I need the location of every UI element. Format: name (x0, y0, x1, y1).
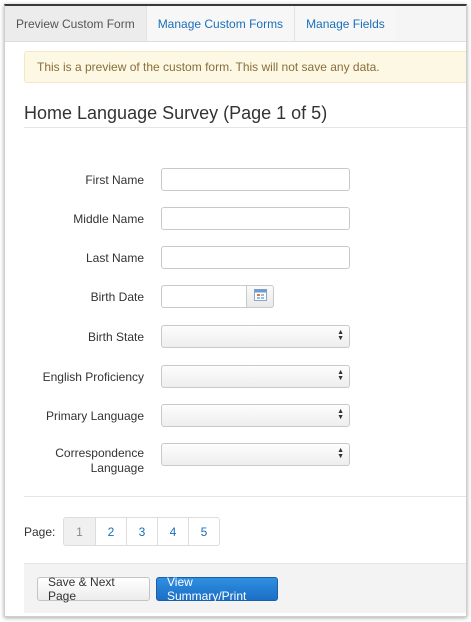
title-divider (24, 127, 466, 128)
select-arrows-icon: ▲ ▼ (337, 369, 344, 382)
alert-text: This is a preview of the custom form. Th… (37, 60, 380, 74)
english-proficiency-label: English Proficiency (42, 370, 144, 384)
page-5-link[interactable]: 5 (188, 518, 219, 545)
first-name-label: First Name (85, 173, 144, 187)
form-actions: Save & Next Page View Summary/Print (24, 563, 466, 613)
save-next-page-button[interactable]: Save & Next Page (37, 575, 150, 603)
first-name-field[interactable] (161, 168, 350, 191)
birth-date-field[interactable] (161, 285, 247, 308)
middle-name-field[interactable] (161, 207, 350, 230)
last-name-label: Last Name (85, 251, 144, 265)
tab-label: Manage Fields (306, 16, 385, 31)
primary-language-label: Primary Language (45, 409, 144, 423)
tab-label: Preview Custom Form (16, 16, 135, 31)
label-line-2: Language (90, 461, 144, 475)
form-divider (24, 496, 466, 497)
pagination-label: Page: (24, 525, 56, 539)
middle-name-label: Middle Name (73, 212, 144, 226)
correspondence-language-label: Correspondence Language (55, 446, 144, 476)
view-summary-print-button[interactable]: View Summary/Print (156, 575, 278, 603)
page-4-link[interactable]: 4 (157, 518, 188, 545)
page-2-link[interactable]: 2 (95, 518, 126, 545)
birth-state-label: Birth State (87, 330, 144, 344)
tab-preview-custom-form[interactable]: Preview Custom Form (5, 6, 147, 41)
birth-date-label: Birth Date (90, 290, 144, 304)
select-arrows-icon: ▲ ▼ (337, 408, 344, 421)
page-3-link[interactable]: 3 (126, 518, 157, 545)
pagination: 1 2 3 4 5 (63, 517, 220, 546)
preview-warning-alert: This is a preview of the custom form. Th… (24, 51, 466, 83)
select-arrows-icon: ▲ ▼ (337, 329, 344, 342)
page-1-link[interactable]: 1 (64, 518, 95, 545)
english-proficiency-select[interactable]: ▲ ▼ (161, 365, 350, 388)
birth-state-select[interactable]: ▲ ▼ (161, 325, 350, 348)
primary-language-select[interactable]: ▲ ▼ (161, 404, 350, 427)
last-name-field[interactable] (161, 246, 350, 269)
select-arrows-icon: ▲ ▼ (337, 447, 344, 460)
date-picker-button[interactable] (247, 285, 274, 308)
label-line-1: Correspondence (55, 446, 144, 460)
form-title: Home Language Survey (Page 1 of 5) (24, 103, 328, 123)
window: Preview Custom Form Manage Custom Forms … (4, 4, 467, 617)
correspondence-language-select[interactable]: ▲ ▼ (161, 443, 350, 466)
tab-bar: Preview Custom Form Manage Custom Forms … (5, 6, 466, 42)
tab-manage-custom-forms[interactable]: Manage Custom Forms (146, 6, 296, 41)
calendar-icon (253, 289, 267, 304)
tab-manage-fields[interactable]: Manage Fields (295, 6, 396, 41)
tab-label: Manage Custom Forms (157, 16, 284, 31)
